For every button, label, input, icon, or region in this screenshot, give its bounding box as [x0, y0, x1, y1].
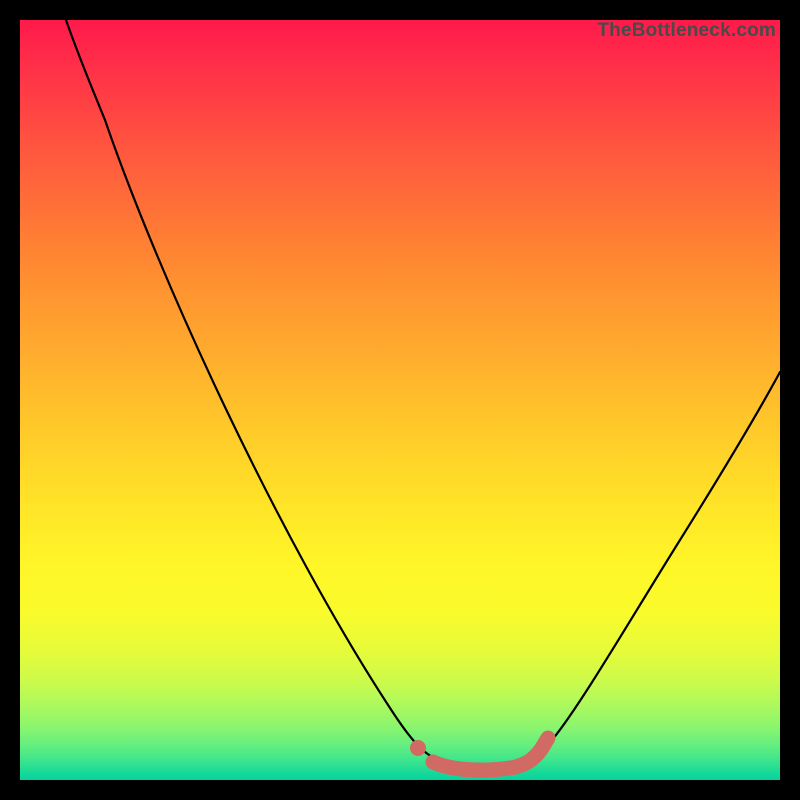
chart-frame: TheBottleneck.com	[20, 20, 780, 780]
chart-svg	[20, 20, 780, 780]
bottleneck-curve	[66, 20, 780, 769]
optimal-range-dot	[410, 740, 426, 756]
optimal-range-marker	[433, 738, 548, 770]
